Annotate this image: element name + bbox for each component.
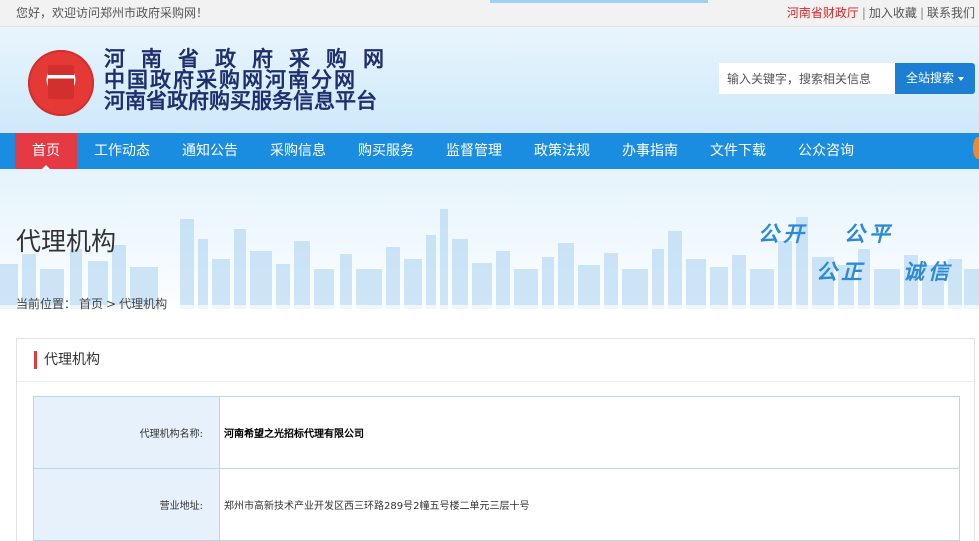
finance-dept-link[interactable]: 河南省财政厅	[787, 6, 859, 20]
search-input[interactable]	[719, 63, 895, 94]
separator: |	[861, 6, 866, 20]
breadcrumb: 当前位置： 首页 > 代理机构	[16, 295, 170, 312]
business-address-label: 营业地址:	[33, 468, 220, 541]
section-divider	[17, 381, 974, 382]
agency-name-value: 河南希望之光招标代理有限公司	[219, 396, 960, 469]
site-title-line-3: 河南省政府购买服务信息平台	[104, 89, 377, 113]
slogan-fair: 公平	[844, 222, 894, 246]
agency-name-label: 代理机构名称:	[33, 396, 220, 469]
chevron-down-icon	[958, 76, 964, 81]
separator: |	[919, 6, 924, 20]
agency-info-table: 代理机构名称: 河南希望之光招标代理有限公司 营业地址: 郑州市高新技术产业开发…	[33, 396, 960, 541]
top-links: 河南省财政厅 | 加入收藏 | 联系我们	[787, 0, 975, 26]
breadcrumb-home-link[interactable]: 首页	[79, 297, 103, 311]
nav-item-procurement-info[interactable]: 采购信息	[260, 133, 336, 169]
contact-us-link[interactable]: 联系我们	[927, 6, 975, 20]
nav-item-public-consult[interactable]: 公众咨询	[788, 133, 864, 169]
nav-item-policies[interactable]: 政策法规	[524, 133, 600, 169]
government-emblem-logo	[28, 50, 94, 116]
breadcrumb-separator: >	[106, 297, 117, 311]
section-title: 代理机构	[34, 351, 100, 369]
page-title: 代理机构	[16, 227, 117, 256]
site-title-block: 河南省政府采购网 中国政府采购网河南分网 河南省政府购买服务信息平台	[104, 49, 400, 112]
page-banner: 代理机构 当前位置： 首页 > 代理机构 公开 公平 公正 诚信	[0, 169, 979, 329]
top-bar: 您好，欢迎访问郑州市政府采购网！ 河南省财政厅 | 加入收藏 | 联系我们	[0, 0, 979, 27]
slogan-integrity: 诚信	[903, 260, 953, 284]
nav-item-supervision[interactable]: 监督管理	[436, 133, 512, 169]
site-search-button[interactable]: 全站搜索	[895, 63, 975, 94]
content-panel: 代理机构 代理机构名称: 河南希望之光招标代理有限公司 营业地址: 郑州市高新技…	[16, 338, 975, 541]
table-row: 代理机构名称: 河南希望之光招标代理有限公司	[33, 396, 960, 469]
nav-item-notices[interactable]: 通知公告	[172, 133, 248, 169]
site-header: 河南省政府采购网 中国政府采购网河南分网 河南省政府购买服务信息平台 全站搜索	[0, 27, 979, 133]
search-button-label: 全站搜索	[905, 71, 954, 85]
table-row: 营业地址: 郑州市高新技术产业开发区西三环路289号2幢五号楼二单元三层十号	[33, 468, 960, 541]
slogan-open: 公开	[758, 222, 808, 246]
main-nav: 首页 工作动态 通知公告 采购信息 购买服务 监督管理 政策法规 办事指南 文件…	[0, 133, 979, 169]
nav-item-downloads[interactable]: 文件下载	[700, 133, 776, 169]
site-title-line-1: 河南省政府采购网	[104, 47, 400, 71]
site-title-line-2: 中国政府采购网河南分网	[104, 68, 357, 92]
breadcrumb-current: 代理机构	[119, 297, 168, 311]
breadcrumb-prefix: 当前位置：	[16, 297, 77, 311]
nav-item-home[interactable]: 首页	[15, 133, 77, 169]
slogan-just: 公正	[816, 260, 866, 284]
nav-item-guide[interactable]: 办事指南	[612, 133, 688, 169]
add-favorite-link[interactable]: 加入收藏	[869, 6, 917, 20]
top-accent-line	[490, 0, 708, 3]
nav-item-purchase-services[interactable]: 购买服务	[348, 133, 424, 169]
welcome-text: 您好，欢迎访问郑州市政府采购网！	[16, 6, 209, 20]
business-address-value: 郑州市高新技术产业开发区西三环路289号2幢五号楼二单元三层十号	[219, 468, 960, 541]
nav-edge-decoration	[973, 137, 979, 159]
nav-item-work-news[interactable]: 工作动态	[84, 133, 160, 169]
